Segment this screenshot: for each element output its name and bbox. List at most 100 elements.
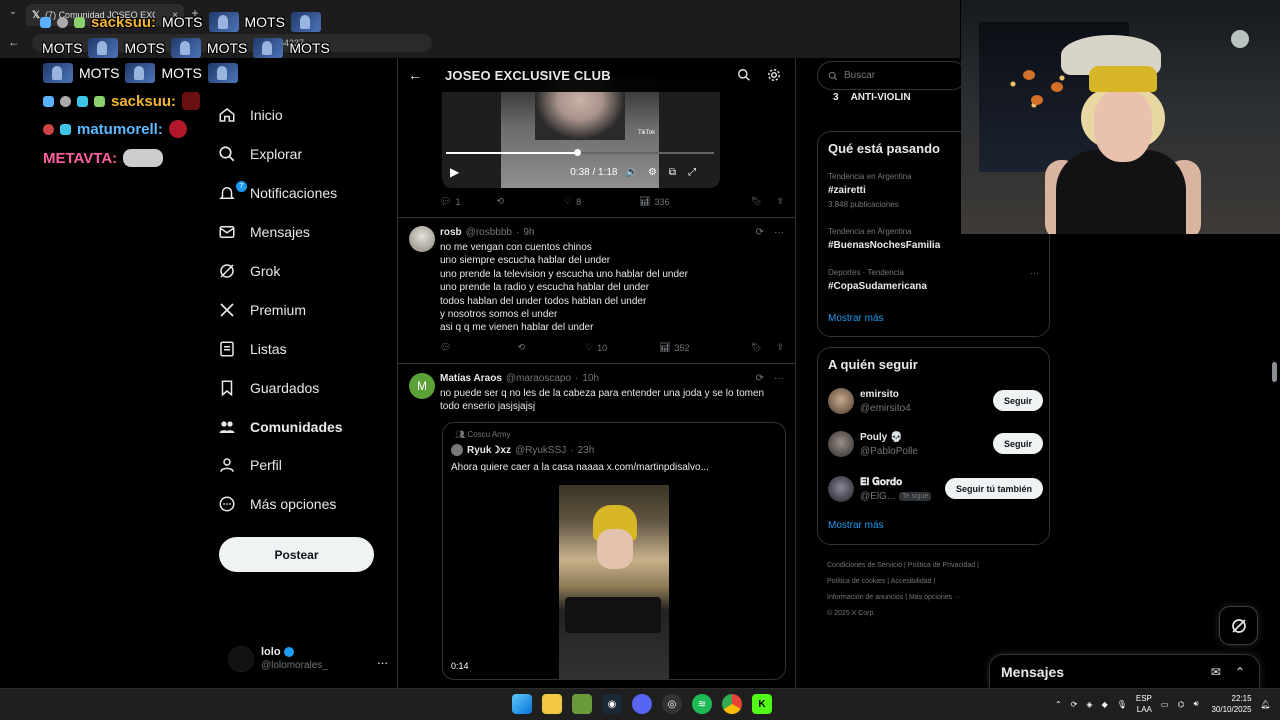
sidebar-item-premium[interactable]: Premium <box>218 290 393 329</box>
grok-button[interactable] <box>1219 606 1258 645</box>
trend-tag[interactable]: #CopaSudamericana <box>828 281 927 292</box>
back-arrow-icon[interactable]: ← <box>408 67 424 83</box>
follow-back-button[interactable]: Seguir tú también <box>944 478 1043 499</box>
sidebar-item-inicio[interactable]: Inicio <box>218 96 393 135</box>
volume-icon[interactable]: 🔉 <box>626 167 638 178</box>
tweet-time[interactable]: 10h <box>582 373 599 384</box>
author-handle[interactable]: @rosbbbb <box>466 227 512 238</box>
footer-line[interactable]: Información de anuncios | Más opciones ·… <box>827 590 1042 606</box>
chat-username: sacksuu: <box>111 92 177 110</box>
sidebar-item-grok[interactable]: Grok <box>218 252 393 291</box>
reply-button[interactable]: 💬︎ 1 <box>440 196 460 207</box>
bookmark-icon[interactable]: 🔖︎ <box>751 342 762 353</box>
avatar[interactable] <box>828 476 854 502</box>
views-button[interactable]: 📊︎ 336 <box>639 196 669 207</box>
pip-icon[interactable]: ⧉ <box>669 167 676 178</box>
repost-button[interactable]: ⟲ <box>517 342 525 353</box>
sidebar-item-más-opciones[interactable]: Más opciones <box>218 485 393 524</box>
kick-icon[interactable]: K <box>752 694 772 714</box>
community-rank-item[interactable]: 3 ANTI-VIOLIN <box>817 92 967 103</box>
quoted-tweet[interactable]: 👥︎ Coscu Army Ryuk☽xz @RyukSSJ · 23h Aho… <box>442 422 786 680</box>
volume-icon[interactable]: 🔊︎ <box>1193 699 1198 709</box>
sidebar-item-guardados[interactable]: Guardados <box>218 368 393 407</box>
back-arrow-icon[interactable]: ← <box>5 35 23 49</box>
avatar[interactable]: M <box>409 373 435 399</box>
scrollbar-thumb[interactable] <box>1272 362 1277 382</box>
language-indicator[interactable]: ESP LAA <box>1136 693 1152 715</box>
search-input[interactable]: Buscar <box>817 61 967 90</box>
share-icon[interactable]: ⇪ <box>776 196 784 207</box>
steam-icon[interactable]: ◉ <box>602 694 622 714</box>
expand-icon[interactable]: ⌃ <box>1235 665 1245 679</box>
more-icon[interactable]: ··· <box>774 373 784 384</box>
follow-button[interactable]: Seguir <box>992 433 1043 454</box>
sidebar-item-notificaciones[interactable]: 7 Notificaciones <box>218 174 393 213</box>
tray-app-icon[interactable]: ⟳ <box>1071 700 1078 709</box>
tweet-time[interactable]: 9h <box>523 227 534 238</box>
tray-app-icon[interactable]: ◆ <box>1102 700 1108 709</box>
copyright: © 2025 X Corp. <box>827 610 876 617</box>
clock[interactable]: 22:15 30/10/2025 <box>1211 693 1251 715</box>
tab-list-icon[interactable]: ⌄ <box>4 6 22 17</box>
follow-button[interactable]: Seguir <box>992 390 1043 411</box>
views-button[interactable]: 📊︎ 352 <box>659 342 689 353</box>
new-message-icon[interactable]: ✉ <box>1211 665 1221 679</box>
microphone-icon[interactable]: 🎙︎ <box>1117 700 1127 709</box>
windows-start-icon[interactable] <box>512 694 532 714</box>
notification-bell-icon[interactable]: 🔔︎ <box>1261 700 1271 709</box>
trends-show-more-link[interactable]: Mostrar más <box>828 313 884 324</box>
sidebar-item-comunidades[interactable]: Comunidades <box>218 407 393 446</box>
more-icon[interactable]: ··· <box>774 227 784 238</box>
suggestion-name[interactable]: emirsito <box>860 389 899 400</box>
app-icon[interactable] <box>572 694 592 714</box>
file-explorer-icon[interactable] <box>542 694 562 714</box>
obs-icon[interactable]: ◎ <box>662 694 682 714</box>
sidebar-item-perfil[interactable]: Perfil <box>218 446 393 485</box>
author-name[interactable]: rosb <box>440 227 462 238</box>
monitor-icon[interactable]: ▭ <box>1161 700 1169 709</box>
share-icon[interactable]: ⇪ <box>776 342 784 353</box>
video-progress-bar[interactable] <box>446 149 714 156</box>
bookmark-icon[interactable]: 🔖︎ <box>751 196 762 207</box>
grok-icon[interactable]: ⟳ <box>756 227 764 238</box>
network-icon[interactable]: ⌬ <box>1177 700 1184 709</box>
play-icon[interactable]: ▶ <box>450 165 459 179</box>
reply-button[interactable]: 💬︎ <box>440 342 451 353</box>
tray-expand-icon[interactable]: ⌃ <box>1055 700 1062 709</box>
sidebar-item-explorar[interactable]: Explorar <box>218 135 393 174</box>
like-button[interactable]: ♡ 10 <box>585 342 607 353</box>
search-icon[interactable] <box>737 68 751 82</box>
settings-icon[interactable]: ⚙ <box>648 167 657 178</box>
discord-icon[interactable] <box>632 694 652 714</box>
sidebar-item-listas[interactable]: Listas <box>218 329 393 368</box>
like-button[interactable]: ♡ 8 <box>564 196 581 207</box>
video-player[interactable]: TikTok ▶ 0:38 / 1:18 🔉 ⚙ ⧉ ⤢ <box>442 78 720 188</box>
avatar[interactable] <box>828 431 854 457</box>
quote-community[interactable]: 👥︎ Coscu Army <box>455 430 511 439</box>
follow-show-more-link[interactable]: Mostrar más <box>828 520 884 531</box>
more-icon[interactable]: ... <box>377 652 388 667</box>
chrome-icon[interactable] <box>722 694 742 714</box>
more-icon[interactable]: ··· <box>1030 268 1039 278</box>
trend-tag[interactable]: #zairetti <box>828 185 866 196</box>
repost-button[interactable]: ⟲ <box>496 196 504 207</box>
grok-icon[interactable]: ⟳ <box>756 373 764 384</box>
avatar[interactable] <box>409 226 435 252</box>
gear-icon[interactable] <box>767 68 781 82</box>
author-handle[interactable]: @maraoscapo <box>506 373 571 384</box>
footer-line[interactable]: Condiciones de Servicio | Política de Pr… <box>827 558 1042 574</box>
author-name[interactable]: Matías Araos <box>440 373 502 384</box>
quote-video[interactable] <box>559 485 669 679</box>
messages-drawer[interactable]: Mensajes ✉ ⌃ <box>989 654 1260 688</box>
spotify-icon[interactable]: ≋ <box>692 694 712 714</box>
post-button[interactable]: Postear <box>219 537 374 572</box>
suggestion-name[interactable]: Pouly 💀 <box>860 432 902 443</box>
suggestion-name[interactable]: 𝐄𝐥 𝐆𝐨𝐫𝐝𝐨 <box>860 477 902 488</box>
account-switcher[interactable]: lolo @lolomorales_ ... <box>228 642 388 676</box>
fullscreen-icon[interactable]: ⤢ <box>688 167 696 178</box>
sidebar-item-mensajes[interactable]: Mensajes <box>218 213 393 252</box>
avatar[interactable] <box>828 388 854 414</box>
trend-tag[interactable]: #BuenasNochesFamilia <box>828 240 940 251</box>
footer-line[interactable]: Política de cookies | Accesibilidad | <box>827 574 1042 590</box>
tray-app-icon[interactable]: ◈ <box>1086 700 1092 709</box>
